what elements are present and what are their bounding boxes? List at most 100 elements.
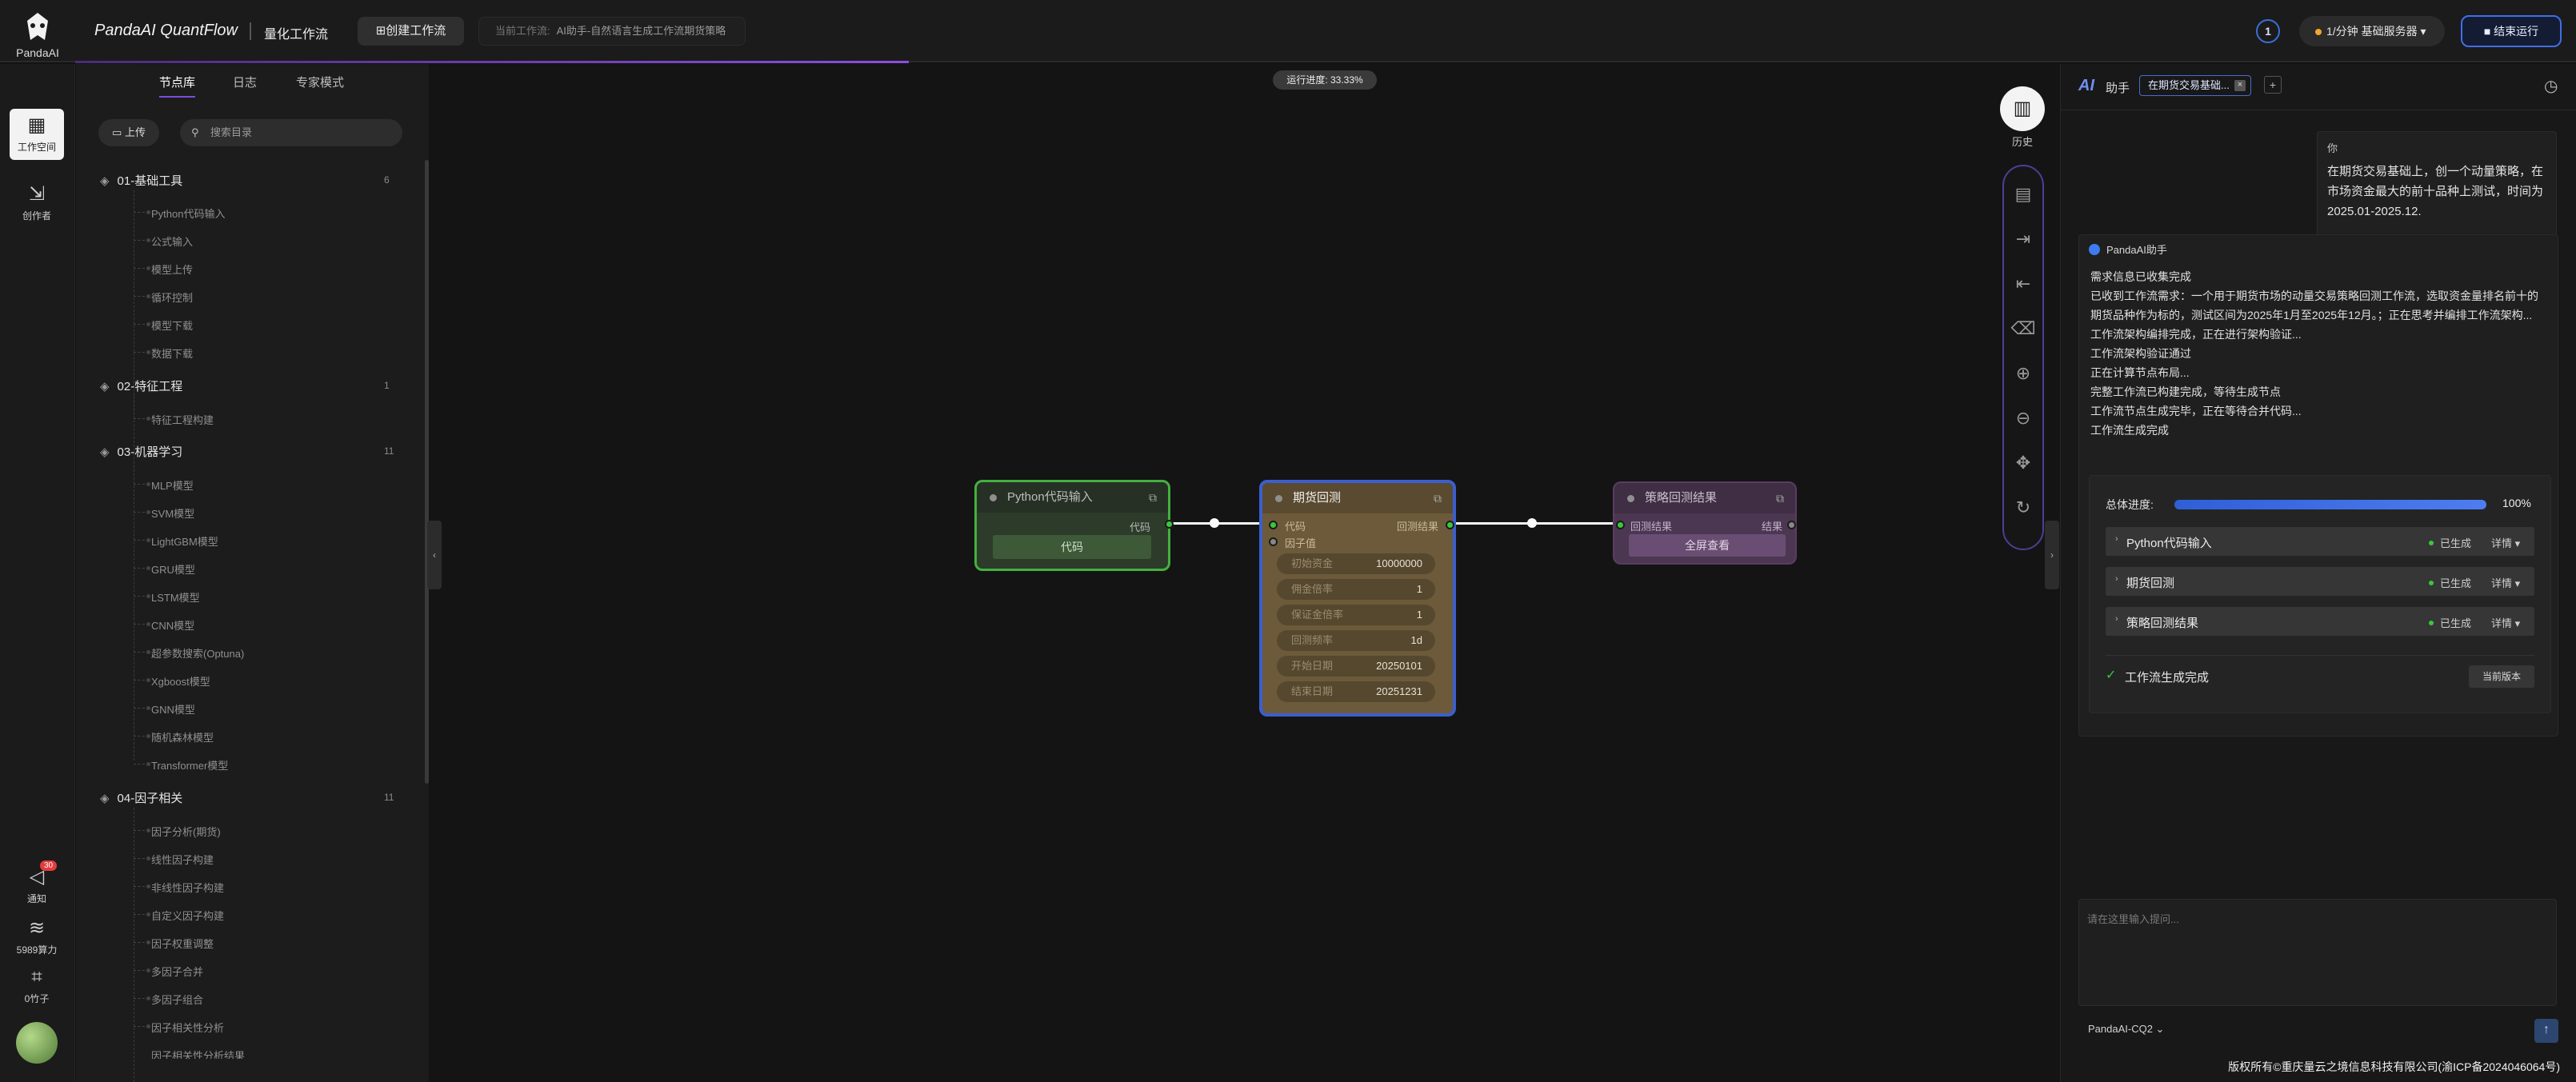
output-port[interactable] xyxy=(1165,520,1174,529)
rail-item-notify[interactable]: ◁ 30 通知 xyxy=(10,860,64,905)
list-item[interactable]: CNN模型 xyxy=(133,617,194,633)
server-select[interactable]: 1/分钟 基础服务器 ▾ xyxy=(2299,16,2445,46)
current-version-button[interactable]: 当前版本 xyxy=(2469,665,2534,688)
app-logo[interactable]: PandaAI xyxy=(0,0,75,62)
import-icon[interactable]: ⇤ xyxy=(2004,273,2042,294)
history-clock-icon[interactable]: ◷ xyxy=(2544,76,2558,96)
send-button[interactable]: ↑ xyxy=(2534,1019,2558,1043)
connection-midpoint[interactable] xyxy=(1527,518,1537,528)
step-row[interactable]: › Python代码输入 已生成 详情 ▾ xyxy=(2106,527,2534,556)
list-item[interactable]: 特征工程构建 xyxy=(133,412,214,427)
step-detail-toggle[interactable]: 详情 ▾ xyxy=(2491,535,2520,550)
step-detail-toggle[interactable]: 详情 ▾ xyxy=(2491,615,2520,630)
chat-input[interactable]: 请在这里输入提问... xyxy=(2078,899,2557,1006)
done-text: 工作流生成完成 xyxy=(2125,671,2210,685)
list-item[interactable]: 循环控制 xyxy=(133,289,193,305)
rail-item-creator[interactable]: ⇲ 创作者 xyxy=(10,182,64,222)
list-item[interactable]: 数据下载 xyxy=(133,345,193,361)
zoom-in-icon[interactable]: ⊕ xyxy=(2004,363,2042,384)
new-chat-button[interactable]: + xyxy=(2264,76,2282,94)
tab-log[interactable]: 日志 xyxy=(233,74,257,90)
list-item[interactable]: LightGBM模型 xyxy=(134,533,218,549)
category-factor[interactable]: ◈ 04-因子相关 xyxy=(100,789,182,806)
bot-line: 工作流生成完成 xyxy=(2090,424,2169,437)
list-item[interactable]: 因子分析(期货) xyxy=(134,824,221,839)
edit-icon[interactable]: ⧉ xyxy=(1776,483,1784,513)
param-start-date[interactable]: 开始日期 20250101 xyxy=(1277,656,1435,677)
input-port-code[interactable] xyxy=(1269,521,1278,529)
workflow-canvas[interactable] xyxy=(430,64,2059,1082)
rail-item-bamboo[interactable]: ⌗ 0竹子 xyxy=(10,966,64,1005)
fit-view-icon[interactable]: ✥ xyxy=(2004,453,2042,473)
avatar[interactable] xyxy=(16,1022,58,1064)
list-item[interactable]: 公式输入 xyxy=(133,234,193,249)
param-initial-capital[interactable]: 初始资金 10000000 xyxy=(1277,553,1435,574)
category-feature-engineering[interactable]: ◈ 02-特征工程 xyxy=(100,377,182,394)
create-workflow-button[interactable]: ⊞ 创建工作流 xyxy=(358,17,464,46)
list-item[interactable]: 模型上传 xyxy=(133,262,193,277)
rail-item-workspace[interactable]: ▦ 工作空间 xyxy=(10,109,64,160)
stop-run-button[interactable]: ■ 结束运行 xyxy=(2461,15,2562,47)
tab-node-library[interactable]: 节点库 xyxy=(159,74,196,98)
edit-icon[interactable]: ⧉ xyxy=(1149,482,1157,513)
list-item[interactable]: GRU模型 xyxy=(134,561,195,577)
list-item[interactable]: 自定义因子构建 xyxy=(133,908,224,923)
category-machine-learning[interactable]: ◈ 03-机器学习 xyxy=(100,443,182,460)
input-port-factor[interactable] xyxy=(1269,537,1278,546)
library-scrollbar[interactable] xyxy=(425,160,429,784)
node-backtest-result[interactable]: 策略回测结果 ⧉ 回测结果 结果 全屏查看 xyxy=(1613,481,1797,565)
param-margin[interactable]: 保证金倍率 1 xyxy=(1277,605,1435,625)
generation-done-row: ✓ 工作流生成完成 当前版本 xyxy=(2106,655,2534,688)
chat-tab[interactable]: 在期货交易基础... × xyxy=(2139,75,2251,96)
collapse-left-panel-button[interactable]: ‹ xyxy=(427,521,442,589)
connection-midpoint[interactable] xyxy=(1210,518,1219,528)
code-button[interactable]: 代码 xyxy=(993,535,1151,559)
list-item[interactable]: Xgboost模型 xyxy=(134,673,210,689)
input-port[interactable] xyxy=(1616,521,1625,529)
list-item[interactable]: 因子相关性分析 xyxy=(133,1020,224,1035)
save-icon[interactable]: ▤ xyxy=(2004,184,2042,205)
zoom-out-icon[interactable]: ⊖ xyxy=(2004,408,2042,429)
model-select[interactable]: PandaAI-CQ2 ⌄ xyxy=(2088,1023,2164,1036)
list-item[interactable]: 因子权重调整 xyxy=(133,936,214,951)
output-port[interactable] xyxy=(1787,521,1796,529)
search-input[interactable]: ⚲ 搜索目录 xyxy=(180,119,402,146)
list-item[interactable]: Transformer模型 xyxy=(133,757,228,773)
step-row[interactable]: › 期货回测 已生成 详情 ▾ xyxy=(2106,567,2534,596)
list-item[interactable]: Python代码输入 xyxy=(133,206,225,221)
queue-badge[interactable]: 1 xyxy=(2256,19,2280,43)
step-detail-toggle[interactable]: 详情 ▾ xyxy=(2491,575,2520,590)
step-row[interactable]: › 策略回测结果 已生成 详情 ▾ xyxy=(2106,607,2534,636)
list-item[interactable]: 多因子组合 xyxy=(133,992,203,1007)
collapse-right-panel-button[interactable]: › xyxy=(2045,521,2059,589)
list-item[interactable]: GNN模型 xyxy=(134,701,195,717)
export-icon[interactable]: ⇥ xyxy=(2004,229,2042,250)
category-basic-tools[interactable]: ◈ 01-基础工具 xyxy=(100,172,182,189)
node-python-code[interactable]: Python代码输入 ⧉ 代码 代码 xyxy=(974,480,1174,571)
param-end-date[interactable]: 结束日期 20251231 xyxy=(1277,681,1435,702)
list-item[interactable]: 线性因子构建 xyxy=(133,852,214,867)
output-port[interactable] xyxy=(1446,521,1454,529)
list-item[interactable]: 多因子合并 xyxy=(133,964,203,979)
list-item[interactable]: LSTM模型 xyxy=(134,589,200,605)
tab-expert-mode[interactable]: 专家模式 xyxy=(296,74,344,90)
list-item[interactable]: MLP模型 xyxy=(134,477,194,493)
param-commission[interactable]: 佣金倍率 1 xyxy=(1277,579,1435,600)
chevron-down-icon: ⌄ xyxy=(2152,1023,2165,1035)
close-icon[interactable]: × xyxy=(2234,80,2246,91)
list-item[interactable]: 因子相关性分析结果 xyxy=(151,1048,245,1059)
trash-icon[interactable]: ⌫ xyxy=(2004,318,2042,339)
list-item[interactable]: 随机森林模型 xyxy=(133,729,214,745)
history-button[interactable]: ▥ xyxy=(2000,86,2045,131)
param-frequency[interactable]: 回测频率 1d xyxy=(1277,630,1435,651)
list-item[interactable]: 模型下载 xyxy=(133,317,193,333)
fullscreen-view-button[interactable]: 全屏查看 xyxy=(1629,534,1786,557)
node-futures-backtest[interactable]: 期货回测 ⧉ 代码 因子值 回测结果 初始资金 10000000 佣金倍率 1 保证金… xyxy=(1259,480,1456,717)
list-item[interactable]: SVM模型 xyxy=(133,505,194,521)
upload-button[interactable]: ▭ 上传 xyxy=(98,119,159,146)
list-item[interactable]: 非线性因子构建 xyxy=(133,880,224,895)
list-item[interactable]: 超参数搜索(Optuna) xyxy=(133,645,244,661)
refresh-icon[interactable]: ↻ xyxy=(2004,497,2042,518)
rail-item-power[interactable]: ≋ 5989算力 xyxy=(10,916,64,956)
edit-icon[interactable]: ⧉ xyxy=(1434,483,1442,513)
